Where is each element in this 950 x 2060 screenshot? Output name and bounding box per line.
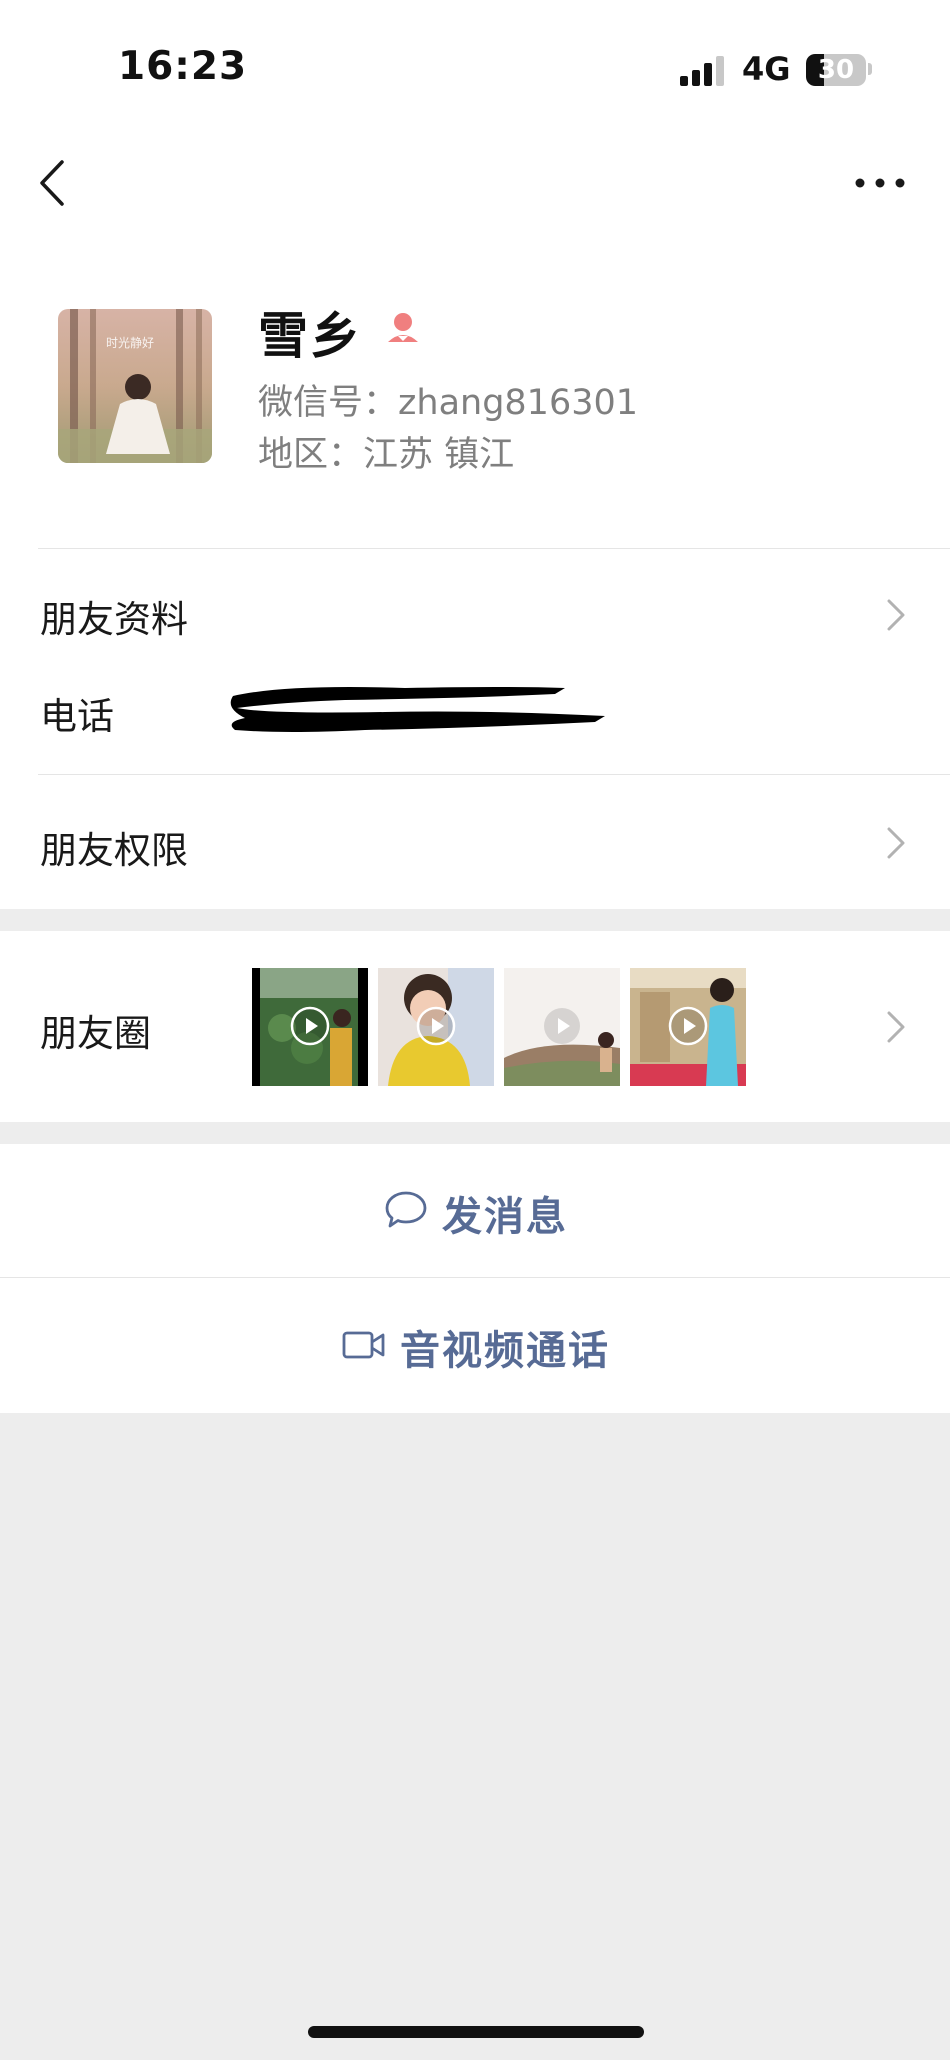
- home-indicator[interactable]: [308, 2026, 644, 2038]
- network-type: 4G: [742, 50, 791, 88]
- friend-permissions-row[interactable]: 朋友权限: [0, 775, 950, 908]
- back-chevron-icon[interactable]: [34, 156, 74, 210]
- friend-permissions-label: 朋友权限: [40, 829, 188, 872]
- send-message-button[interactable]: 发消息: [0, 1144, 950, 1278]
- video-call-label: 音视频通话: [400, 1328, 610, 1374]
- friend-info-row[interactable]: 朋友资料: [0, 549, 950, 649]
- more-options-icon[interactable]: [854, 168, 906, 198]
- moments-thumbnail[interactable]: [504, 968, 620, 1086]
- wechat-id-label: 微信号：: [258, 383, 399, 423]
- wechat-id: 微信号：zhang816301: [258, 374, 638, 425]
- battery-icon: 30: [806, 54, 866, 86]
- avatar-caption: 时光静好: [106, 336, 154, 350]
- section-gap: [0, 909, 950, 931]
- moments-thumbnails: [252, 968, 752, 1086]
- play-icon: [290, 1006, 330, 1046]
- play-icon: [668, 1006, 708, 1046]
- video-camera-icon: [342, 1331, 385, 1359]
- play-icon: [416, 1006, 456, 1046]
- status-bar: 16:23 4G 30: [0, 0, 950, 140]
- region: 地区：江苏 镇江: [258, 426, 514, 477]
- wechat-id-value: zhang816301: [398, 383, 639, 423]
- region-label: 地区：: [258, 435, 364, 475]
- moments-label: 朋友圈: [40, 1012, 151, 1055]
- battery-cap: [868, 63, 872, 75]
- section-gap: [0, 1122, 950, 1144]
- play-icon: [544, 1008, 580, 1044]
- avatar[interactable]: 时光静好: [58, 309, 212, 463]
- moments-thumbnail[interactable]: [252, 968, 368, 1086]
- battery-level: 30: [817, 55, 855, 85]
- status-time: 16:23: [118, 44, 248, 89]
- female-gender-icon: [388, 313, 418, 342]
- send-message-label: 发消息: [442, 1194, 568, 1240]
- chevron-right-icon: [887, 1011, 905, 1043]
- chevron-right-icon: [887, 599, 905, 631]
- video-call-button[interactable]: 音视频通话: [0, 1278, 950, 1412]
- friend-info-label: 朋友资料: [40, 598, 188, 641]
- region-value: 江苏 镇江: [363, 435, 515, 475]
- phone-number-redacted: [230, 687, 605, 732]
- moments-thumbnail[interactable]: [378, 968, 494, 1086]
- chevron-right-icon: [887, 827, 905, 859]
- moments-thumbnail[interactable]: [630, 968, 746, 1086]
- phone-label: 电话: [40, 695, 114, 738]
- signal-icon: [680, 56, 724, 86]
- profile-name: 雪乡: [258, 307, 362, 365]
- chat-bubble-icon: [385, 1191, 427, 1228]
